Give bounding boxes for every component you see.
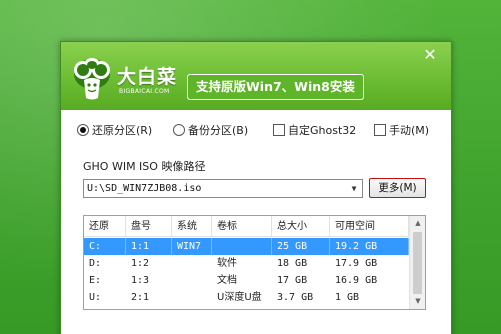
close-button[interactable]: ✕ — [421, 46, 439, 64]
cabbage-logo-icon — [74, 58, 110, 100]
table-cell: 软件 — [217, 258, 237, 269]
radio-icon — [173, 124, 185, 136]
table-cell: 16.9 GB — [335, 275, 378, 286]
table-cell — [172, 255, 212, 272]
installer-window: 大白菜 BIGBAICAI.COM 支持原版Win7、Win8安装 ✕ 还原分区… — [60, 41, 452, 334]
table-cell: 1 GB — [335, 292, 360, 303]
scroll-up-icon[interactable]: ▲ — [410, 216, 425, 231]
custom-ghost32-label: 自定Ghost32 — [288, 124, 357, 137]
manual-checkbox[interactable]: 手动(M) — [374, 122, 429, 138]
table-cell: C: — [84, 238, 126, 255]
table-cell: 19.2 GB — [330, 238, 409, 255]
restore-partition-radio[interactable]: 还原分区(R) — [77, 122, 152, 138]
table-header: 还原 盘号 系统 卷标 总大小 可用空间 — [84, 216, 409, 237]
partition-table: 还原 盘号 系统 卷标 总大小 可用空间 C: 1:1 WIN7 25 GB 1… — [83, 215, 426, 310]
table-cell: 2:1 — [131, 292, 150, 303]
manual-label: 手动(M) — [389, 124, 430, 137]
checkbox-icon — [273, 124, 285, 136]
table-cell: D: — [89, 258, 102, 269]
image-path-value: U:\SD_WIN7ZJB08.iso — [87, 183, 202, 194]
table-cell: U深度U盘 — [217, 292, 262, 303]
custom-ghost32-checkbox[interactable]: 自定Ghost32 — [273, 122, 356, 138]
checkbox-icon — [374, 124, 386, 136]
column-header[interactable]: 还原 — [84, 216, 126, 237]
table-cell: E: — [89, 275, 102, 286]
table-cell — [212, 238, 272, 255]
table-cell: 1:3 — [131, 275, 150, 286]
restore-partition-label: 还原分区(R) — [92, 124, 153, 137]
window-header: 大白菜 BIGBAICAI.COM 支持原版Win7、Win8安装 ✕ — [61, 42, 451, 110]
table-row[interactable]: E: 1:3 文档 17 GB 16.9 GB — [84, 272, 409, 289]
image-path-label: GHO WIM ISO 映像路径 — [83, 160, 206, 173]
table-cell: 17 GB — [277, 275, 308, 286]
column-header[interactable]: 盘号 — [126, 216, 172, 237]
brand-name: 大白菜 — [117, 66, 178, 88]
column-header[interactable]: 可用空间 — [330, 216, 409, 237]
vertical-scrollbar[interactable]: ▲ ▼ — [409, 216, 425, 309]
table-cell: 文档 — [217, 275, 237, 286]
table-cell: 18 GB — [277, 258, 308, 269]
backup-partition-label: 备份分区(B) — [188, 124, 249, 137]
table-cell — [172, 272, 212, 289]
chevron-down-icon[interactable]: ▼ — [349, 180, 359, 197]
table-cell: 1:1 — [126, 238, 172, 255]
table-row[interactable]: U: 2:1 U深度U盘 3.7 GB 1 GB — [84, 289, 409, 306]
backup-partition-radio[interactable]: 备份分区(B) — [173, 122, 248, 138]
table-cell: 25 GB — [272, 238, 330, 255]
table-cell: 3.7 GB — [277, 292, 314, 303]
scroll-down-icon[interactable]: ▼ — [410, 294, 425, 309]
mode-options-row: 还原分区(R) 备份分区(B) 自定Ghost32 手动(M) — [77, 122, 437, 138]
brand-domain: BIGBAICAI.COM — [119, 88, 170, 95]
radio-icon — [77, 124, 89, 136]
table-cell: WIN7 — [172, 238, 212, 255]
table-cell: 1:2 — [131, 258, 150, 269]
table-row[interactable]: D: 1:2 软件 18 GB 17.9 GB — [84, 255, 409, 272]
table-cell: U: — [89, 292, 102, 303]
column-header[interactable]: 卷标 — [212, 216, 272, 237]
image-path-combobox[interactable]: U:\SD_WIN7ZJB08.iso ▼ — [83, 179, 363, 198]
table-cell — [172, 289, 212, 306]
column-header[interactable]: 系统 — [172, 216, 212, 237]
slogan-banner: 支持原版Win7、Win8安装 — [187, 74, 364, 100]
table-row[interactable]: C: 1:1 WIN7 25 GB 19.2 GB — [84, 238, 409, 255]
more-button[interactable]: 更多(M) — [369, 178, 426, 198]
column-header[interactable]: 总大小 — [272, 216, 330, 237]
scrollbar-thumb[interactable] — [413, 232, 422, 294]
table-cell: 17.9 GB — [335, 258, 378, 269]
